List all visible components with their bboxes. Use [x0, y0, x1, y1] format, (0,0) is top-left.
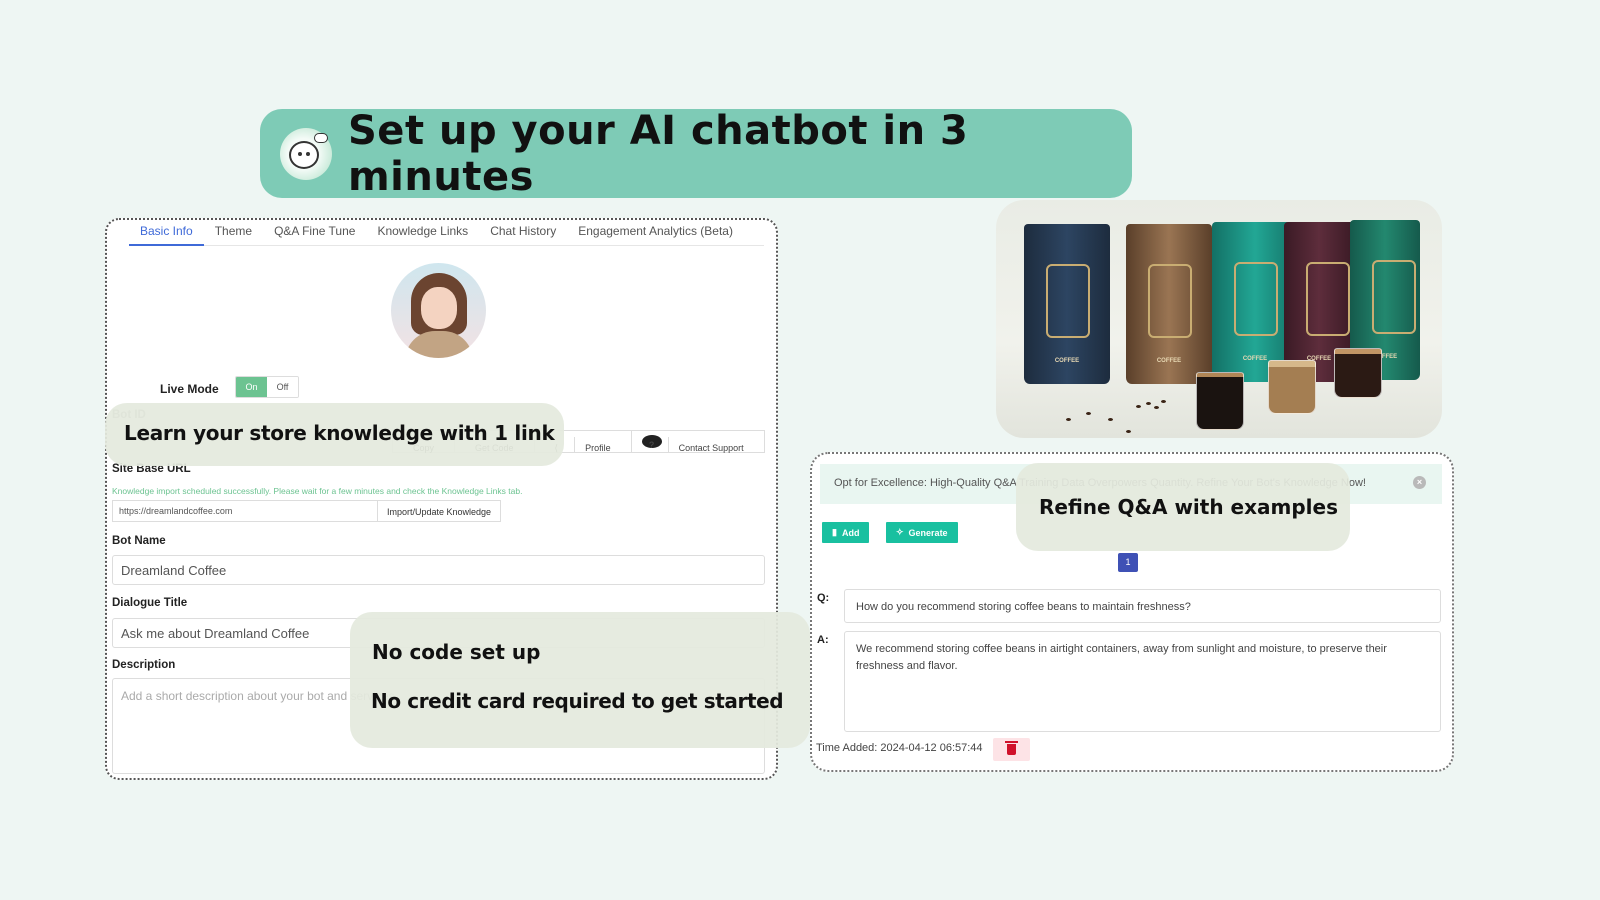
delete-qa-button[interactable]	[993, 738, 1030, 761]
banner-title: Set up your AI chatbot in 3 minutes	[348, 107, 969, 200]
live-mode-label: Live Mode	[160, 382, 219, 396]
live-mode-on[interactable]: On	[236, 377, 267, 397]
dialogue-title-label: Dialogue Title	[112, 597, 188, 609]
generate-qa-button[interactable]: ✧ Generate	[886, 522, 958, 543]
tab-qa-fine-tune[interactable]: Q&A Fine Tune	[263, 220, 366, 246]
question-icon: ?	[641, 435, 662, 450]
site-url-group: Import/Update Knowledge	[112, 500, 502, 522]
callout-refine-qa: Refine Q&A with examples	[1016, 463, 1350, 551]
settings-tabs: Basic Info Theme Q&A Fine Tune Knowledge…	[129, 220, 764, 246]
bot-name-input[interactable]	[112, 555, 765, 585]
answer-label: A:	[817, 634, 829, 646]
import-knowledge-button[interactable]: Import/Update Knowledge	[378, 501, 501, 521]
live-mode-off[interactable]: Off	[267, 377, 298, 397]
coffee-product-image: COFFEE COFFEE COFFEE COFFEE COFFEE	[996, 200, 1442, 438]
site-url-input[interactable]	[113, 501, 378, 521]
pagination-page[interactable]: 1	[1118, 553, 1138, 572]
close-icon[interactable]: ×	[1413, 476, 1426, 489]
trash-icon	[1005, 741, 1018, 755]
sparkle-icon: ✧	[896, 527, 904, 537]
coffee-glass	[1334, 348, 1382, 398]
callout-learn-knowledge: Learn your store knowledge with 1 link	[105, 403, 564, 466]
file-plus-icon: ▮	[832, 527, 837, 537]
tab-theme[interactable]: Theme	[204, 220, 263, 246]
description-label: Description	[112, 659, 176, 671]
live-mode-toggle[interactable]: On Off	[235, 376, 299, 398]
add-qa-button[interactable]: ▮ Add	[822, 522, 870, 543]
time-added: Time Added: 2024-04-12 06:57:44	[816, 742, 983, 754]
tab-engagement-analytics[interactable]: Engagement Analytics (Beta)	[567, 220, 744, 246]
coffee-glass	[1196, 372, 1244, 430]
answer-textarea[interactable]: We recommend storing coffee beans in air…	[844, 631, 1441, 732]
coffee-bag: COFFEE	[1024, 224, 1110, 384]
bot-name-label: Bot Name	[112, 535, 166, 547]
callout-no-code: No code set up No credit card required t…	[350, 612, 810, 748]
contact-support-button[interactable]: ? Contact Support	[630, 431, 764, 453]
import-status-message: Knowledge import scheduled successfully.…	[112, 486, 523, 496]
tab-basic-info[interactable]: Basic Info	[129, 220, 204, 246]
coffee-bag: COFFEE	[1126, 224, 1212, 384]
bot-avatar[interactable]	[391, 263, 486, 358]
tab-chat-history[interactable]: Chat History	[479, 220, 567, 246]
title-banner: Set up your AI chatbot in 3 minutes	[260, 107, 1132, 200]
question-label: Q:	[817, 592, 830, 604]
question-input[interactable]: How do you recommend storing coffee bean…	[844, 589, 1441, 623]
chat-bubble-mascot-icon	[280, 127, 332, 180]
coffee-glass	[1268, 360, 1316, 414]
tab-knowledge-links[interactable]: Knowledge Links	[366, 220, 479, 246]
